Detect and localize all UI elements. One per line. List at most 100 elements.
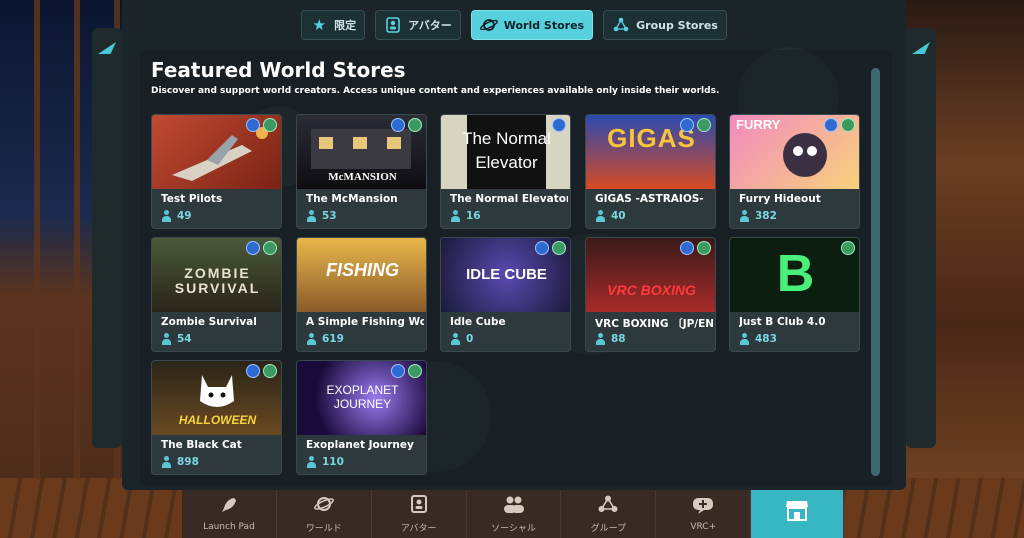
android-badge-icon xyxy=(263,241,277,255)
person-icon xyxy=(161,210,173,222)
thumbnail-text: EXOPLANET JOURNEY xyxy=(326,383,399,411)
thumbnail-text: McMANSION xyxy=(328,171,397,183)
android-badge-icon xyxy=(841,241,855,255)
nav-groups[interactable]: グループ xyxy=(561,490,657,538)
group-icon xyxy=(598,495,618,518)
world-card[interactable]: FISHING A Simple Fishing World 619 xyxy=(296,237,427,352)
left-side-handle[interactable] xyxy=(92,28,122,448)
platform-badges xyxy=(246,241,277,255)
platform-badges xyxy=(841,241,855,255)
tab-avatar[interactable]: アバター xyxy=(375,10,461,40)
player-count: 483 xyxy=(739,333,777,345)
avatar-card-icon xyxy=(410,494,427,518)
thumbnail-text: The Normal Elevator xyxy=(462,129,551,172)
wing-icon xyxy=(98,42,116,54)
player-count: 110 xyxy=(306,456,344,468)
nav-label: Launch Pad xyxy=(203,522,255,532)
person-icon xyxy=(306,456,318,468)
nav-label: グループ xyxy=(590,523,627,534)
nav-avatars[interactable]: アバター xyxy=(372,490,467,538)
world-thumbnail: FISHING xyxy=(297,238,426,312)
world-name: The Black Cat xyxy=(161,439,242,451)
pc-badge-icon xyxy=(552,118,566,132)
tab-label: Group Stores xyxy=(636,18,718,32)
android-badge-icon xyxy=(408,118,422,132)
people-icon xyxy=(503,495,525,518)
android-badge-icon xyxy=(263,364,277,378)
person-icon xyxy=(306,210,318,222)
world-card[interactable]: Test Pilots 49 xyxy=(151,114,282,229)
pc-badge-icon xyxy=(535,241,549,255)
nav-launch-pad[interactable]: Launch Pad xyxy=(182,490,277,538)
thumbnail-text: FISHING xyxy=(325,260,399,280)
tab-world-stores[interactable]: World Stores xyxy=(470,10,594,40)
nav-worlds[interactable]: ワールド xyxy=(277,490,372,538)
rocket-icon xyxy=(220,496,238,519)
world-name: Exoplanet Journey xyxy=(306,439,414,451)
tab-limited[interactable]: ★ 限定 xyxy=(301,10,366,40)
nav-store[interactable] xyxy=(751,490,845,538)
wing-icon xyxy=(912,42,930,54)
page-title: Featured World Stores xyxy=(151,58,406,82)
world-card[interactable]: HALLOWEEN The Black Cat 898 xyxy=(151,360,282,475)
bottom-nav: Launch Pad ワールド アバター ソーシャル グループ VRC+ xyxy=(182,490,845,538)
world-card[interactable]: ZOMBIE SURVIVAL Zombie Survival 54 xyxy=(151,237,282,352)
tab-group-stores[interactable]: Group Stores xyxy=(603,10,727,40)
platform-badges xyxy=(391,364,422,378)
android-badge-icon xyxy=(697,118,711,132)
player-count: 54 xyxy=(161,333,192,345)
pc-badge-icon xyxy=(246,364,260,378)
person-icon xyxy=(595,210,607,222)
world-card[interactable]: IDLE CUBE Idle Cube 0 xyxy=(440,237,571,352)
platform-badges xyxy=(246,364,277,378)
person-icon xyxy=(450,210,462,222)
right-side-handle[interactable] xyxy=(906,28,936,448)
platform-badges xyxy=(680,118,711,132)
nav-vrc-plus[interactable]: VRC+ xyxy=(656,490,752,538)
world-name: Furry Hideout xyxy=(739,193,821,205)
pc-badge-icon xyxy=(246,241,260,255)
thumbnail-text: IDLE CUBE xyxy=(466,266,547,283)
person-icon xyxy=(306,333,318,345)
group-icon xyxy=(612,16,630,34)
scrollbar[interactable] xyxy=(871,68,880,476)
platform-badges xyxy=(680,241,711,255)
nav-label: ソーシャル xyxy=(491,523,536,534)
tab-label: アバター xyxy=(408,19,452,32)
pc-badge-icon xyxy=(680,118,694,132)
world-name: A Simple Fishing World xyxy=(306,316,424,328)
player-count: 40 xyxy=(595,210,626,222)
android-badge-icon xyxy=(552,241,566,255)
world-card[interactable]: McMANSION The McMansion 53 xyxy=(296,114,427,229)
android-badge-icon xyxy=(697,241,711,255)
platform-badges xyxy=(246,118,277,132)
nav-label: VRC+ xyxy=(690,522,717,532)
world-card[interactable]: B Just B Club 4.0 483 xyxy=(729,237,860,352)
thumbnail-text: HALLOWEEN xyxy=(178,413,257,427)
world-name: The McMansion xyxy=(306,193,398,205)
nav-label: アバター xyxy=(400,523,437,534)
person-icon xyxy=(739,210,751,222)
world-card[interactable]: EXOPLANET JOURNEY Exoplanet Journey 110 xyxy=(296,360,427,475)
avatar-icon xyxy=(384,16,402,34)
scrollbar-thumb[interactable] xyxy=(871,68,880,476)
world-card[interactable]: VRC BOXING VRC BOXING 〔JP/EN〕 88 xyxy=(585,237,716,352)
world-name: Zombie Survival xyxy=(161,316,257,328)
world-name: The Normal Elevator xyxy=(450,193,568,205)
nav-social[interactable]: ソーシャル xyxy=(467,490,562,538)
tab-label: 限定 xyxy=(334,19,357,32)
player-count: 382 xyxy=(739,210,777,222)
player-count: 16 xyxy=(450,210,481,222)
person-icon xyxy=(450,333,462,345)
main-panel: ★ 限定 アバター World Stores Group Stores Feat… xyxy=(122,0,906,490)
world-card[interactable]: FURRY Furry Hideout 382 xyxy=(729,114,860,229)
thumbnail-text: ZOMBIE SURVIVAL xyxy=(174,265,261,296)
nav-label: ワールド xyxy=(305,523,342,534)
world-card[interactable]: GIGAS GIGAS -ASTRAIOS- 40 xyxy=(585,114,716,229)
world-card[interactable]: The Normal Elevator The Normal Elevator … xyxy=(440,114,571,229)
player-count: 53 xyxy=(306,210,337,222)
player-count: 49 xyxy=(161,210,192,222)
page-subtitle: Discover and support world creators. Acc… xyxy=(151,86,720,96)
pc-badge-icon xyxy=(391,364,405,378)
android-badge-icon xyxy=(408,364,422,378)
